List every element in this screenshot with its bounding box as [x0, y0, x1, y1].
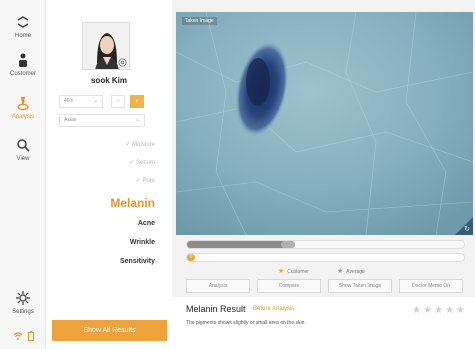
category-melanin[interactable]: Melanin [110, 196, 155, 210]
show-all-results-button[interactable]: Show All Results [52, 320, 167, 341]
chevron-down-icon: ⌄ [134, 117, 140, 123]
star-icon: ★ [337, 268, 344, 275]
category-wrinkle[interactable]: Wrinkle [130, 239, 155, 246]
check-icon: ✓ [129, 160, 136, 166]
region-select-value: Asian [64, 117, 77, 123]
nav-label-settings: Settings [12, 309, 34, 315]
legend-average: ★ Average [337, 267, 365, 275]
category-label: Sebum [135, 160, 155, 166]
category-sebum[interactable]: ✓ Sebum [129, 159, 155, 166]
gender-male-button[interactable]: ♂ [111, 95, 125, 108]
result-title: Melanin Result [186, 304, 246, 314]
skin-photo [176, 12, 473, 235]
nav-label-customer: Customer [9, 71, 36, 77]
category-label: Moisture [131, 142, 155, 148]
nav-item-customer[interactable]: Customer [0, 52, 46, 77]
star-icon: ★ [278, 268, 285, 275]
tab-doctor-memo[interactable]: Doctor Memo On [399, 279, 463, 293]
battery-icon [27, 331, 34, 341]
rotate-icon[interactable]: ↻ [464, 225, 470, 233]
age-select[interactable]: 40's ⌄ [59, 95, 103, 108]
home-icon [17, 16, 29, 28]
nav-item-home[interactable]: Home [0, 14, 46, 39]
chevron-down-icon: ⌄ [92, 98, 98, 104]
region-select[interactable]: Asian ⌄ [59, 114, 145, 127]
customer-level-handle[interactable] [281, 241, 295, 248]
nav-item-analysis[interactable]: Analysis [0, 95, 46, 120]
customer-name: sook Kim [90, 76, 127, 85]
star-icon: ★ [412, 305, 424, 316]
customer-icon [19, 53, 27, 67]
legend-customer-label: Customer [287, 269, 309, 275]
check-icon: ✓ [125, 142, 132, 148]
nav-label-view: View [16, 156, 30, 162]
analysis-icon [17, 97, 29, 111]
category-sensitivity[interactable]: Sensitivity [120, 258, 155, 265]
star-icon: ★ [445, 305, 457, 316]
main-area: Taken Image ↻ 0 ★ Customer ★ Average Analy… [172, 0, 475, 349]
customer-level-bar[interactable] [186, 240, 465, 249]
legend-average-label: Average [346, 269, 365, 275]
nav-rail: Home Customer Analysis View Settings [0, 0, 46, 349]
category-pore[interactable]: ✓ Pore [136, 177, 155, 184]
nav-item-settings[interactable]: Settings [0, 290, 46, 315]
rating-stars: ★★★★★ [412, 305, 467, 316]
skin-image[interactable]: Taken Image ↻ [176, 12, 473, 235]
star-icon: ★ [456, 305, 467, 316]
profile-panel: sook Kim 40's ⌄ ♂ ♀ Asian ⌄ ✓ Moisture ✓… [47, 0, 171, 349]
result-subtitle: Before Analysis [253, 306, 295, 312]
age-select-value: 40's [64, 98, 74, 104]
gear-icon [16, 291, 30, 305]
wifi-icon [13, 332, 22, 340]
avatar[interactable] [82, 22, 130, 70]
nav-label-analysis: Analysis [11, 114, 35, 120]
result-description: The pigments shows slightly or small are… [186, 320, 306, 326]
category-acne[interactable]: Acne [138, 220, 155, 227]
edit-photo-icon[interactable] [118, 58, 127, 67]
category-moisture[interactable]: ✓ Moisture [125, 141, 155, 148]
gender-female-button[interactable]: ♀ [130, 95, 144, 108]
tab-show-taken-image[interactable]: Show Taken Image [328, 279, 392, 293]
nav-label-home: Home [14, 33, 31, 39]
tab-compare[interactable]: Compare [257, 279, 321, 293]
average-level-handle[interactable]: 0 [187, 254, 195, 261]
tab-analysis[interactable]: Analysis [186, 279, 250, 293]
male-icon: ♂ [115, 98, 121, 105]
nav-item-view[interactable]: View [0, 137, 46, 162]
category-label: Pore [142, 178, 155, 184]
star-icon: ★ [423, 305, 435, 316]
taken-image-label: Taken Image [182, 17, 217, 25]
result-panel: Melanin Result Before Analysis The pigme… [172, 297, 475, 349]
legend-customer: ★ Customer [278, 267, 309, 275]
status-bar [0, 331, 46, 341]
female-icon: ♀ [134, 98, 140, 105]
customer-level-fill [187, 241, 295, 248]
search-icon [17, 139, 30, 152]
star-icon: ★ [434, 305, 446, 316]
average-level-bar[interactable]: 0 [186, 253, 465, 262]
